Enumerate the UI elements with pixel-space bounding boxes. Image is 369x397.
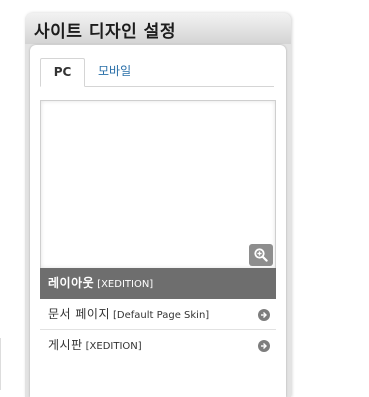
zoom-button[interactable] <box>249 244 273 266</box>
zoom-in-icon <box>254 248 268 262</box>
tab-pc[interactable]: PC <box>40 58 85 87</box>
list-item-name: 게시판 <box>48 338 83 352</box>
list-item-name: 레이아웃 <box>48 276 95 290</box>
list-item-name: 문서 페이지 <box>48 307 111 321</box>
list-item-document-page[interactable]: 문서 페이지 [Default Page Skin] <box>40 299 276 330</box>
list-item-skin: [XEDITION] <box>85 341 142 352</box>
list-item-label: 레이아웃 [XEDITION] <box>48 268 153 300</box>
list-item-label: 게시판 [XEDITION] <box>48 330 142 362</box>
panel-body: PC 모바일 레이아웃 [XEDITION] 문서 페이지 [Default Pag… <box>30 45 286 397</box>
site-design-settings-panel: 사이트 디자인 설정 PC 모바일 레이아웃 [XEDITION] 문서 페이지[… <box>25 13 291 397</box>
arrow-right-circle-icon[interactable] <box>258 340 270 352</box>
tab-mobile[interactable]: 모바일 <box>98 58 131 86</box>
panel-header: 사이트 디자인 설정 <box>25 13 291 44</box>
layout-preview <box>40 100 276 269</box>
list-item-board[interactable]: 게시판 [XEDITION] <box>40 330 276 361</box>
list-item-label: 문서 페이지 [Default Page Skin] <box>48 299 209 331</box>
arrow-right-circle-icon[interactable] <box>258 309 270 321</box>
list-item-skin: [XEDITION] <box>97 279 154 290</box>
panel-title: 사이트 디자인 설정 <box>34 22 176 42</box>
left-edge-divider <box>0 338 1 390</box>
arrow-right-glyph <box>261 343 267 349</box>
arrow-right-glyph <box>261 312 267 318</box>
device-tabs: PC 모바일 <box>40 58 274 87</box>
list-item-layout[interactable]: 레이아웃 [XEDITION] <box>40 268 276 299</box>
list-item-skin: [Default Page Skin] <box>113 310 210 321</box>
